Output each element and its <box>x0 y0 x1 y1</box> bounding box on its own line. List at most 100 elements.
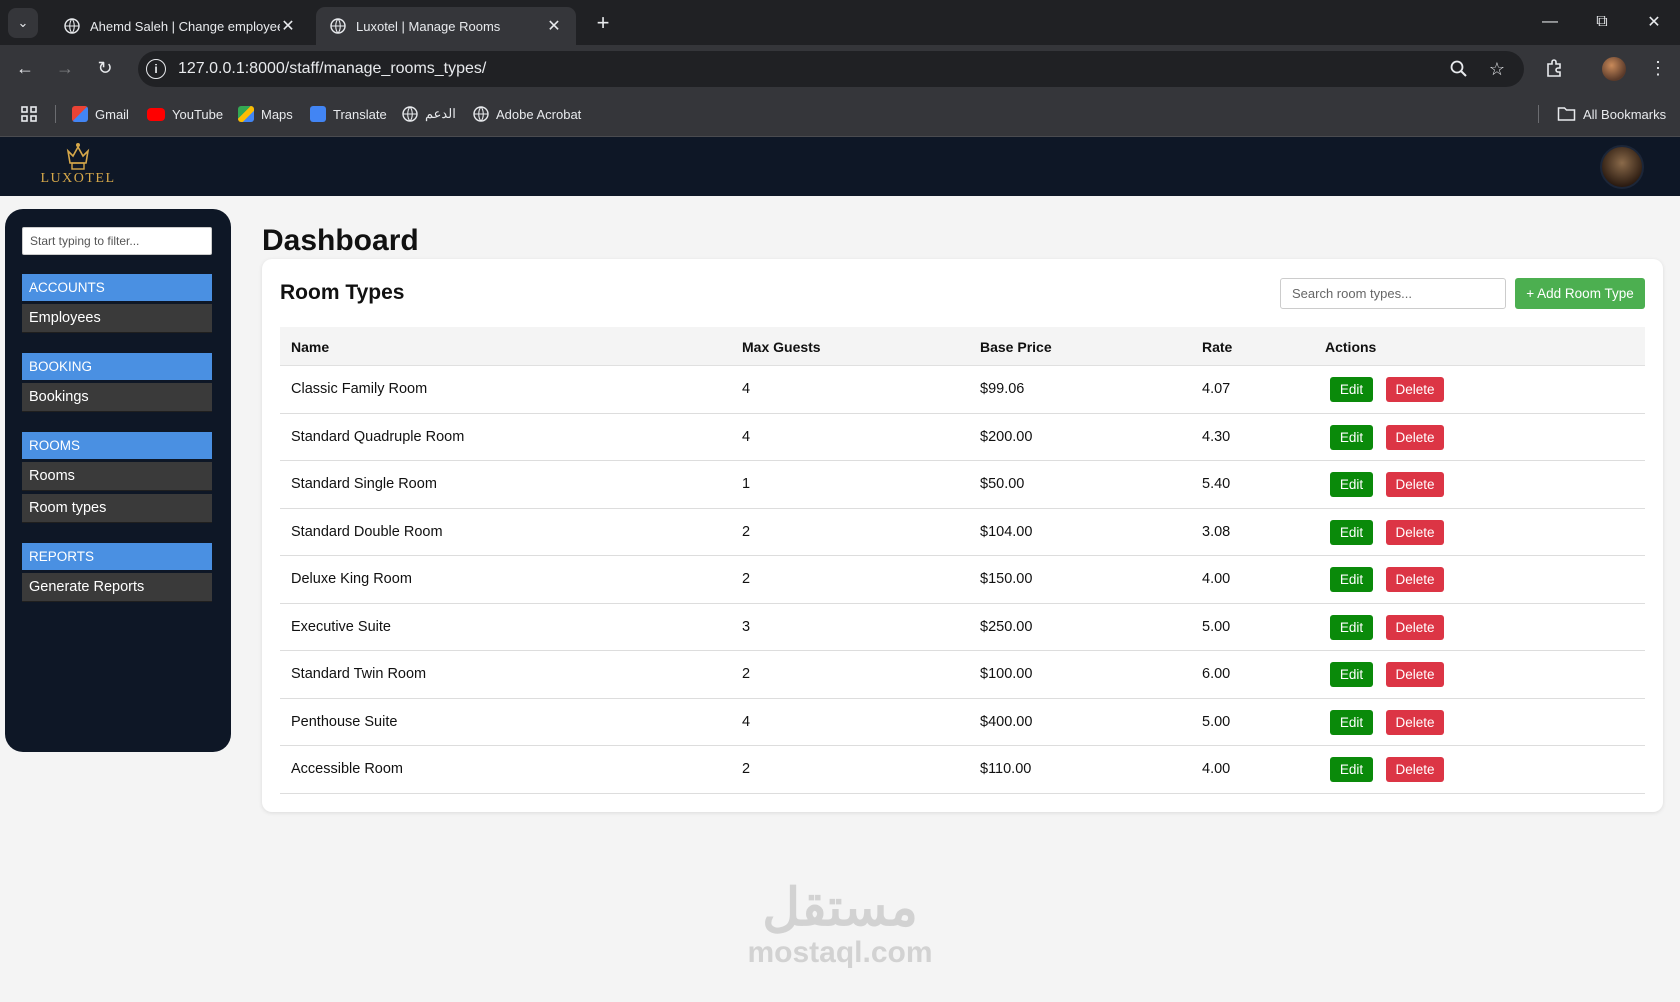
sidebar: ACCOUNTS Employees BOOKING Bookings ROOM… <box>5 209 231 752</box>
table-row: Penthouse Suite 4 $400.00 5.00 Edit Delete <box>280 699 1645 746</box>
menu-icon[interactable]: ⋮ <box>1645 55 1671 81</box>
bookmarks-divider <box>55 105 56 123</box>
plus-icon: + <box>596 10 610 35</box>
apps-icon[interactable] <box>20 103 38 125</box>
cell-rate: 4.00 <box>1202 761 1231 777</box>
edit-button[interactable]: Edit <box>1330 519 1373 545</box>
cell-max-guests: 2 <box>742 761 751 777</box>
close-icon: ✕ <box>1647 14 1661 31</box>
bookmark-translate[interactable]: Translate <box>310 103 387 125</box>
translate-icon <box>310 106 326 122</box>
table-row: Accessible Room 2 $110.00 4.00 Edit Delete <box>280 746 1645 794</box>
reload-button[interactable]: ↻ <box>90 53 120 83</box>
edit-button[interactable]: Edit <box>1330 757 1373 782</box>
address-bar[interactable]: i 127.0.0.1:8000/staff/manage_rooms_type… <box>138 51 1524 87</box>
bookmarks-divider <box>1538 105 1539 123</box>
cell-name: Standard Twin Room <box>291 666 427 682</box>
edit-button[interactable]: Edit <box>1330 662 1373 687</box>
delete-button[interactable]: Delete <box>1386 662 1444 687</box>
star-icon[interactable]: ☆ <box>1486 58 1508 80</box>
sidebar-item-generate-reports[interactable]: Generate Reports <box>22 573 212 602</box>
site-header: LUXOTEL <box>0 137 1680 196</box>
bookmark-label: الدعم <box>425 106 456 121</box>
user-avatar[interactable] <box>1600 145 1644 189</box>
bookmark-support[interactable]: الدعم <box>402 103 456 125</box>
page-title: Dashboard <box>262 224 419 257</box>
sidebar-section-reports: REPORTS <box>22 543 212 570</box>
forward-button[interactable]: → <box>50 53 80 83</box>
globe-icon <box>402 106 418 122</box>
browser-tabstrip: ⌄ Ahemd Saleh | Change employee | ✕ Luxo… <box>0 0 1680 45</box>
sidebar-section-accounts: ACCOUNTS <box>22 274 212 301</box>
delete-button[interactable]: Delete <box>1386 472 1444 497</box>
cell-rate: 4.07 <box>1202 381 1231 397</box>
edit-button[interactable]: Edit <box>1330 377 1373 402</box>
edit-button[interactable]: Edit <box>1330 709 1373 735</box>
edit-button[interactable]: Edit <box>1330 567 1373 592</box>
sidebar-item-room-types[interactable]: Room types <box>22 494 212 523</box>
bookmark-youtube[interactable]: YouTube <box>147 103 223 125</box>
all-bookmarks[interactable]: All Bookmarks <box>1557 103 1666 125</box>
cell-base-price: $100.00 <box>980 666 1033 682</box>
cell-max-guests: 2 <box>742 666 751 682</box>
delete-button[interactable]: Delete <box>1386 709 1444 735</box>
delete-button[interactable]: Delete <box>1386 519 1444 545</box>
bookmarks-bar: Gmail YouTube Maps Translate الدعم Adobe… <box>0 91 1680 137</box>
bookmark-label: Adobe Acrobat <box>496 106 582 122</box>
sidebar-item-bookings[interactable]: Bookings <box>22 383 212 412</box>
close-window-button[interactable]: ✕ <box>1634 8 1674 36</box>
gmail-icon <box>72 106 88 122</box>
back-button[interactable]: ← <box>10 53 40 83</box>
table-row: Standard Double Room 2 $104.00 3.08 Edit Dele… <box>280 509 1645 556</box>
cell-max-guests: 2 <box>742 571 751 587</box>
new-tab-button[interactable]: + <box>590 10 616 36</box>
delete-button[interactable]: Delete <box>1386 424 1444 450</box>
globe-icon <box>473 106 489 122</box>
search-room-types-input[interactable] <box>1280 278 1506 309</box>
watermark-arabic: مستقل <box>762 879 918 937</box>
table-row: Standard Single Room 1 $50.00 5.40 Edit Delet… <box>280 461 1645 509</box>
bookmark-gmail[interactable]: Gmail <box>72 103 129 125</box>
profile-avatar[interactable] <box>1602 57 1626 81</box>
edit-button[interactable]: Edit <box>1330 424 1373 450</box>
cell-base-price: $110.00 <box>980 761 1032 777</box>
close-icon[interactable]: ✕ <box>280 16 296 36</box>
delete-button[interactable]: Delete <box>1386 567 1444 592</box>
edit-button[interactable]: Edit <box>1330 472 1373 497</box>
delete-button[interactable]: Delete <box>1386 614 1444 640</box>
info-icon[interactable]: i <box>146 59 166 79</box>
cell-rate: 4.00 <box>1202 571 1231 587</box>
zoom-icon[interactable] <box>1448 58 1470 80</box>
tab-search-button[interactable]: ⌄ <box>8 8 38 38</box>
edit-button[interactable]: Edit <box>1330 614 1373 640</box>
url-text[interactable]: 127.0.0.1:8000/staff/manage_rooms_types/ <box>178 60 486 78</box>
arrow-right-icon: → <box>56 57 74 78</box>
close-icon[interactable]: ✕ <box>546 16 562 36</box>
bookmark-label: YouTube <box>172 106 224 122</box>
tab-title: Luxotel | Manage Rooms <box>356 18 501 34</box>
tab-title: Ahemd Saleh | Change employee | <box>90 18 280 34</box>
cell-name: Standard Quadruple Room <box>291 428 465 445</box>
cell-base-price: $150.00 <box>980 571 1033 587</box>
delete-button[interactable]: Delete <box>1386 757 1444 782</box>
bookmark-maps[interactable]: Maps <box>238 103 293 125</box>
logo-text: LUXOTEL <box>40 171 116 186</box>
add-room-type-button[interactable]: + Add Room Type <box>1515 278 1645 309</box>
browser-tab-active[interactable]: Luxotel | Manage Rooms ✕ <box>316 7 576 45</box>
bookmark-adobe-acrobat[interactable]: Adobe Acrobat <box>473 103 581 125</box>
sidebar-item-employees[interactable]: Employees <box>22 304 212 333</box>
extensions-icon[interactable] <box>1541 55 1567 81</box>
delete-button[interactable]: Delete <box>1386 377 1444 402</box>
column-header-actions: Actions <box>1325 339 1377 355</box>
cell-max-guests: 1 <box>742 476 751 492</box>
cell-max-guests: 4 <box>742 428 751 445</box>
sidebar-item-rooms[interactable]: Rooms <box>22 462 212 491</box>
browser-tab[interactable]: Ahemd Saleh | Change employee | ✕ <box>50 7 310 45</box>
cell-rate: 4.30 <box>1202 428 1231 445</box>
minimize-button[interactable]: — <box>1530 8 1570 36</box>
luxotel-logo[interactable]: LUXOTEL <box>38 139 118 193</box>
restore-button[interactable]: ⧉ <box>1582 8 1622 36</box>
sidebar-filter-input[interactable] <box>22 227 212 255</box>
sidebar-section-rooms: ROOMS <box>22 432 212 459</box>
cell-max-guests: 2 <box>742 523 751 540</box>
